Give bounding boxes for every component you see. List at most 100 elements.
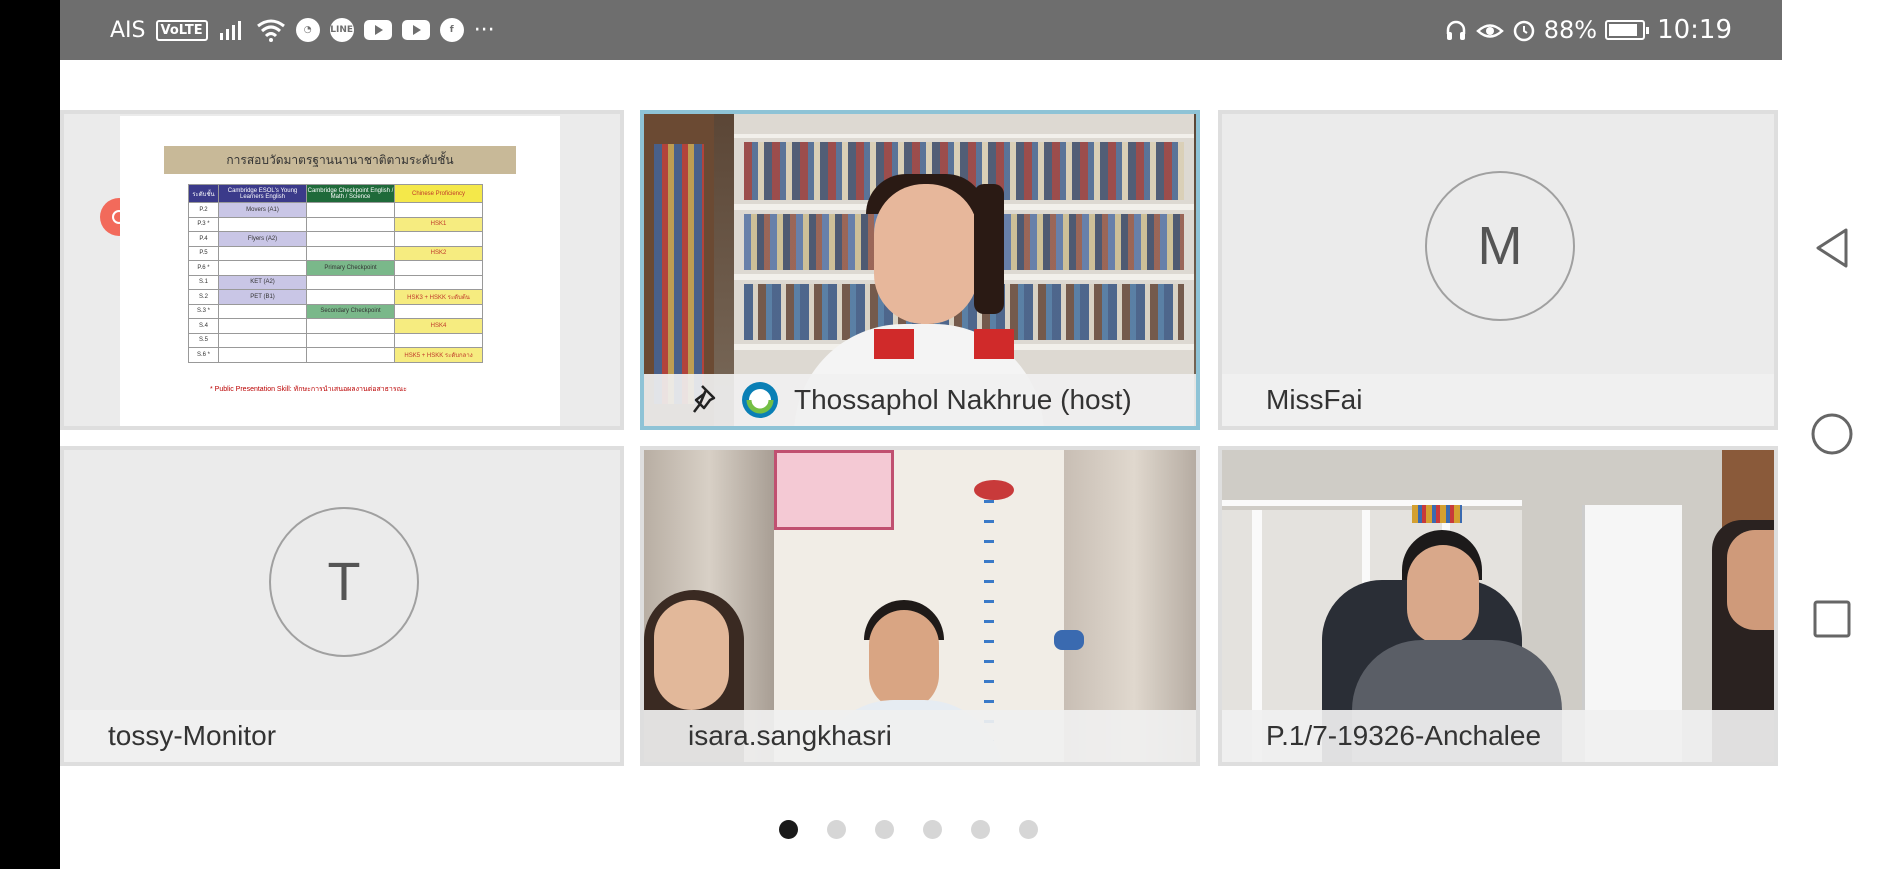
- slide-cell: [218, 347, 307, 363]
- slide-cell: [394, 332, 483, 348]
- participant-name: Thossaphol Nakhrue (host): [794, 384, 1132, 415]
- slide-cell: Flyers (A2): [218, 231, 307, 247]
- slide-cell: [306, 318, 395, 334]
- home-circle-icon: [1811, 413, 1853, 455]
- slide-note: * Public Presentation Skill: ทักษะการนำเ…: [210, 386, 407, 393]
- slide-cell: [306, 332, 395, 348]
- headphones-icon: [1446, 20, 1465, 40]
- slide-cell: [394, 202, 483, 218]
- participant-tile-isara[interactable]: isara.sangkhasri: [640, 446, 1200, 766]
- line-app-icon: LINE: [329, 18, 354, 42]
- shared-slide: การสอบวัดมาตรฐานนานาชาติตามระดับชั้น ระด…: [120, 116, 560, 426]
- participant-tile-anchalee[interactable]: P.1/7-19326-Anchalee: [1218, 446, 1778, 766]
- slide-cell: P.5: [188, 245, 219, 261]
- participant-nameplate: P.1/7-19326-Anchalee: [1222, 710, 1774, 762]
- slide-cell: [218, 303, 307, 319]
- slide-row: P.6 * Primary Checkpoint: [188, 260, 483, 276]
- recents-button[interactable]: [1810, 597, 1854, 641]
- avatar: T: [269, 507, 419, 657]
- slide-row: P.2 Movers (A1): [188, 202, 483, 218]
- carrier-label: AIS: [110, 17, 146, 43]
- slide-row: P.5 HSK2: [188, 245, 483, 261]
- slide-row: P.3 * HSK1: [188, 216, 483, 232]
- slide-cell: [218, 260, 307, 276]
- participant-tile-tossy-monitor[interactable]: T tossy-Monitor: [60, 446, 624, 766]
- page-indicator: [60, 818, 1782, 842]
- slide-cell: HSK3 + HSKK ระดับต้น: [394, 289, 483, 305]
- slide-cell: [306, 202, 395, 218]
- slide-row: S.3 * Secondary Checkpoint: [188, 303, 483, 319]
- back-triangle-icon: [1816, 228, 1848, 268]
- slide-cell: P.6 *: [188, 260, 219, 276]
- slide-cell: [394, 274, 483, 290]
- slide-header-cell: Cambridge ESOL's Young Learners English: [218, 184, 307, 203]
- slide-cell: [306, 231, 395, 247]
- shared-screen-tile[interactable]: การสอบวัดมาตรฐานนานาชาติตามระดับชั้น ระด…: [60, 110, 624, 430]
- page-dot[interactable]: [922, 820, 942, 839]
- status-bar-right: 88% 10:19: [1444, 0, 1732, 60]
- android-navigation-bar: [1782, 0, 1883, 869]
- avatar: M: [1425, 171, 1575, 321]
- slide-cell: HSK5 + HSKK ระดับกลาง: [394, 347, 483, 363]
- slide-cell: [394, 231, 483, 247]
- page-dot[interactable]: [1018, 820, 1038, 839]
- youtube-icon: [363, 20, 392, 40]
- slide-cell: S.4: [188, 318, 219, 334]
- page-dot[interactable]: [970, 820, 990, 839]
- alarm-icon: [1513, 20, 1534, 42]
- slide-cell: S.5: [188, 332, 219, 348]
- slide-row: P.4 Flyers (A2): [188, 231, 483, 247]
- status-bar: AIS VoLTE ◔ LINE f ··· 88% 10:19: [60, 0, 1782, 60]
- slide-cell: KET (A2): [218, 274, 307, 290]
- slide-row: S.2 PET (B1) HSK3 + HSKK ระดับต้น: [188, 289, 483, 305]
- status-bar-left: AIS VoLTE ◔ LINE f ···: [110, 0, 495, 60]
- eye-comfort-icon: [1475, 24, 1504, 38]
- participant-tile-host[interactable]: Thossaphol Nakhrue (host): [640, 110, 1200, 430]
- participant-name: P.1/7-19326-Anchalee: [1266, 720, 1542, 751]
- participant-name: tossy-Monitor: [108, 720, 277, 751]
- slide-cell: [306, 274, 395, 290]
- slide-cell: HSK2: [394, 245, 483, 261]
- page-dot[interactable]: [778, 820, 798, 839]
- signal-icon: [219, 21, 241, 40]
- battery-icon: [1605, 20, 1650, 40]
- participant-name: isara.sangkhasri: [688, 720, 892, 751]
- slide-cell: Primary Checkpoint: [306, 260, 395, 276]
- participant-nameplate: MissFai: [1222, 374, 1774, 426]
- slide-cell: P.2: [188, 202, 219, 218]
- slide-row: S.6 * HSK5 + HSKK ระดับกลาง: [188, 347, 483, 363]
- participant-name: MissFai: [1266, 384, 1363, 415]
- participant-tile-missfai[interactable]: M MissFai: [1218, 110, 1778, 430]
- slide-header-cell: Chinese Proficiency: [394, 184, 483, 203]
- slide-cell: [218, 216, 307, 232]
- page-dot[interactable]: [874, 820, 894, 839]
- home-button[interactable]: [1810, 412, 1854, 456]
- pin-icon[interactable]: [690, 382, 726, 418]
- back-button[interactable]: [1810, 226, 1854, 270]
- recents-square-icon: [1813, 600, 1851, 638]
- slide-header-cell: Cambridge Checkpoint English / Math / Sc…: [306, 184, 395, 203]
- wifi-icon: [256, 19, 285, 42]
- slide-cell: [306, 245, 395, 261]
- page-dot[interactable]: [826, 820, 846, 839]
- slide-cell: P.4: [188, 231, 219, 247]
- slide-cell: S.1: [188, 274, 219, 290]
- slide-cell: [306, 347, 395, 363]
- slide-title: การสอบวัดมาตรฐานนานาชาติตามระดับชั้น: [164, 146, 516, 174]
- slide-cell: S.2: [188, 289, 219, 305]
- facebook-icon: f: [439, 18, 464, 42]
- slide-cell: [218, 245, 307, 261]
- slide-cell: Movers (A1): [218, 202, 307, 218]
- slide-cell: [218, 332, 307, 348]
- slide-cell: PET (B1): [218, 289, 307, 305]
- more-notifications-icon: ···: [473, 17, 495, 43]
- slide-row: S.5: [188, 332, 483, 348]
- youtube-icon-2: [401, 20, 430, 40]
- participant-nameplate: isara.sangkhasri: [644, 710, 1196, 762]
- slide-cell: [306, 216, 395, 232]
- slide-cell: HSK1: [394, 216, 483, 232]
- slide-cell: Secondary Checkpoint: [306, 303, 395, 319]
- slide-cell: [394, 260, 483, 276]
- participant-nameplate: tossy-Monitor: [64, 710, 620, 762]
- slide-cell: [306, 289, 395, 305]
